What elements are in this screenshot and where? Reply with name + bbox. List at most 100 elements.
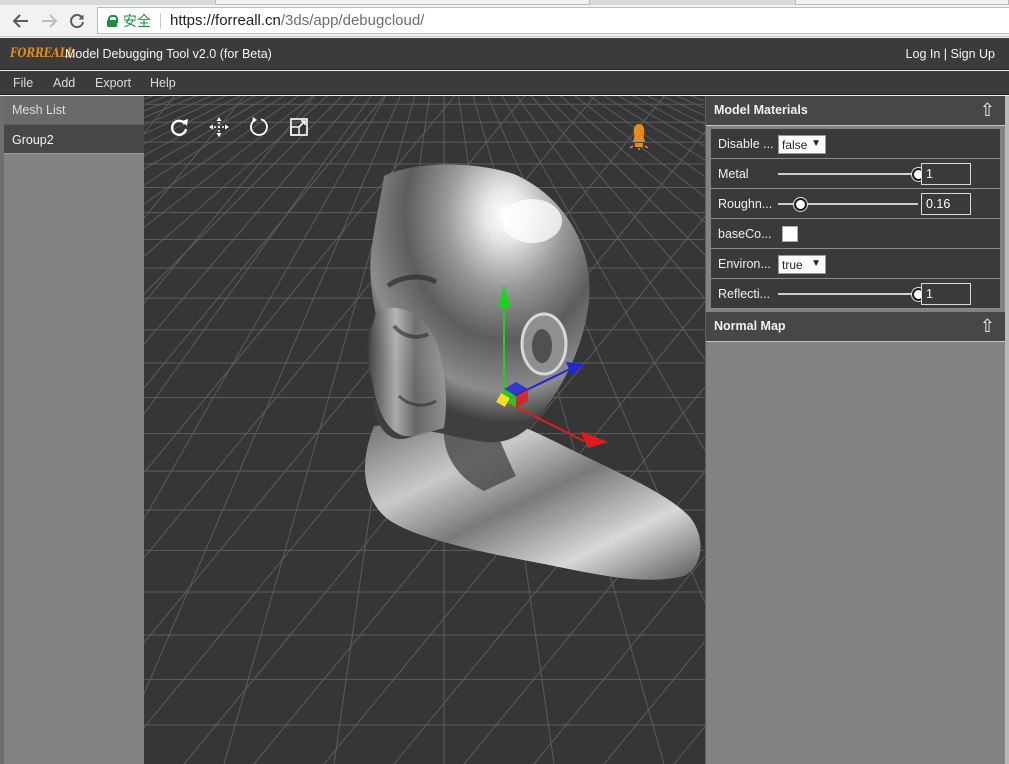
menu-bar: File Add Export Help	[0, 71, 1009, 95]
browser-toolbar: 安全 https://forreall.cn/3ds/app/debugclou…	[0, 5, 1009, 37]
grid-line	[704, 96, 705, 97]
collapse-icon[interactable]: ⇧	[980, 100, 995, 121]
menu-help[interactable]: Help	[150, 76, 176, 90]
reflectivity-label: Reflecti...	[718, 287, 771, 301]
grid-line	[606, 96, 705, 764]
materials-list: Disable ... false ▼ Metal 1 Roughn... 0.…	[711, 129, 1000, 309]
app-header: FORREALL Model Debugging Tool v2.0 (for …	[0, 38, 1009, 70]
menu-file[interactable]: File	[13, 76, 33, 90]
arrow-left-icon	[12, 14, 28, 28]
move-icon[interactable]	[208, 116, 230, 138]
environment-value: true	[782, 258, 803, 272]
prop-environment: Environ... true ▼	[711, 249, 1000, 279]
reflectivity-slider[interactable]	[778, 286, 925, 302]
disable-label: Disable ...	[718, 137, 774, 151]
signup-link[interactable]: Sign Up	[951, 47, 995, 61]
grid-line	[690, 96, 705, 103]
arrow-right-icon	[42, 14, 58, 28]
roughness-label: Roughn...	[718, 197, 773, 211]
rotate-icon[interactable]	[168, 116, 190, 138]
prop-basecolor: baseCo...	[711, 219, 1000, 249]
reload-icon	[70, 14, 84, 29]
prop-roughness: Roughn... 0.16	[711, 189, 1000, 219]
prop-metal: Metal 1	[711, 159, 1000, 189]
grid-line	[144, 96, 198, 119]
secure-label: 安全	[123, 12, 151, 29]
model-materials-header[interactable]: Model Materials ⇧	[706, 96, 1005, 126]
basecolor-label: baseCo...	[718, 227, 772, 241]
mesh-list-panel: Mesh List Group2	[4, 96, 144, 764]
grid-line	[144, 96, 312, 764]
reload-button[interactable]	[65, 9, 89, 33]
grid-line	[144, 96, 306, 764]
menu-add[interactable]: Add	[53, 76, 75, 90]
grid-line	[144, 96, 318, 764]
normal-map-title: Normal Map	[714, 319, 786, 333]
grid-line	[144, 96, 242, 145]
head-model[interactable]	[364, 164, 701, 580]
slider-track	[778, 173, 918, 175]
login-link[interactable]: Log In	[906, 47, 941, 61]
environment-label: Environ...	[718, 257, 771, 271]
basecolor-swatch[interactable]	[782, 226, 798, 242]
properties-panel: Model Materials ⇧ Disable ... false ▼ Me…	[705, 96, 1005, 764]
grid-line	[675, 96, 705, 109]
collapse-icon[interactable]: ⇧	[980, 316, 995, 337]
url-path: /3ds/app/debugcloud/	[280, 12, 425, 29]
slider-track	[778, 293, 918, 295]
grid-line	[144, 96, 300, 764]
right-edge	[1005, 96, 1009, 764]
app-title: Model Debugging Tool v2.0 (for Beta)	[65, 47, 272, 61]
normal-map-header[interactable]: Normal Map ⇧	[706, 312, 1005, 342]
grid-line	[144, 96, 316, 304]
scale-icon[interactable]	[288, 116, 310, 138]
dropdown-arrow-icon: ▼	[811, 138, 821, 149]
mesh-list-item[interactable]: Group2	[4, 124, 144, 154]
grid-line	[144, 96, 276, 764]
slider-thumb[interactable]	[794, 198, 808, 211]
roughness-input[interactable]: 0.16	[921, 193, 971, 215]
grid-line	[144, 96, 343, 295]
3d-viewport[interactable]	[144, 96, 705, 764]
dropdown-arrow-icon: ▼	[811, 258, 821, 269]
grid-line	[144, 96, 271, 170]
auth-links: Log In | Sign Up	[906, 47, 995, 61]
grid-line	[144, 96, 246, 219]
light-bulb-icon[interactable]	[628, 122, 650, 152]
grid-line	[570, 96, 705, 764]
grid-line	[144, 96, 294, 764]
orbit-icon[interactable]	[248, 116, 270, 138]
grid-line	[564, 96, 705, 764]
disable-select[interactable]: false ▼	[778, 135, 826, 154]
grid-line	[558, 96, 705, 764]
grid-line	[144, 96, 256, 157]
url-host: https://forreall.cn	[170, 12, 281, 29]
roughness-slider[interactable]	[778, 196, 918, 212]
address-bar[interactable]: 安全 https://forreall.cn/3ds/app/debugclou…	[97, 7, 1009, 34]
reflectivity-input[interactable]: 1	[921, 283, 971, 305]
grid-line	[144, 96, 154, 764]
metal-input[interactable]: 1	[921, 163, 971, 185]
grid-line	[576, 96, 705, 764]
metal-slider[interactable]	[778, 166, 925, 182]
grid-line	[144, 96, 213, 126]
environment-select[interactable]: true ▼	[778, 255, 826, 274]
url-divider	[160, 12, 161, 29]
metal-label: Metal	[718, 167, 749, 181]
back-button[interactable]	[9, 9, 33, 33]
grid-line	[144, 96, 329, 258]
grid-line	[603, 640, 705, 764]
disable-value: false	[782, 138, 808, 152]
grid-line	[594, 96, 705, 764]
lock-icon	[107, 14, 118, 27]
grid-line	[144, 96, 184, 112]
menu-export[interactable]: Export	[95, 76, 131, 90]
grid-line	[144, 96, 155, 100]
scene-canvas[interactable]	[144, 96, 705, 764]
mesh-list-header: Mesh List	[4, 96, 144, 124]
grid-line	[673, 725, 705, 764]
grid-line	[632, 96, 705, 136]
grid-line	[612, 96, 705, 764]
forward-button[interactable]	[37, 9, 61, 33]
prop-disable: Disable ... false ▼	[711, 129, 1000, 159]
